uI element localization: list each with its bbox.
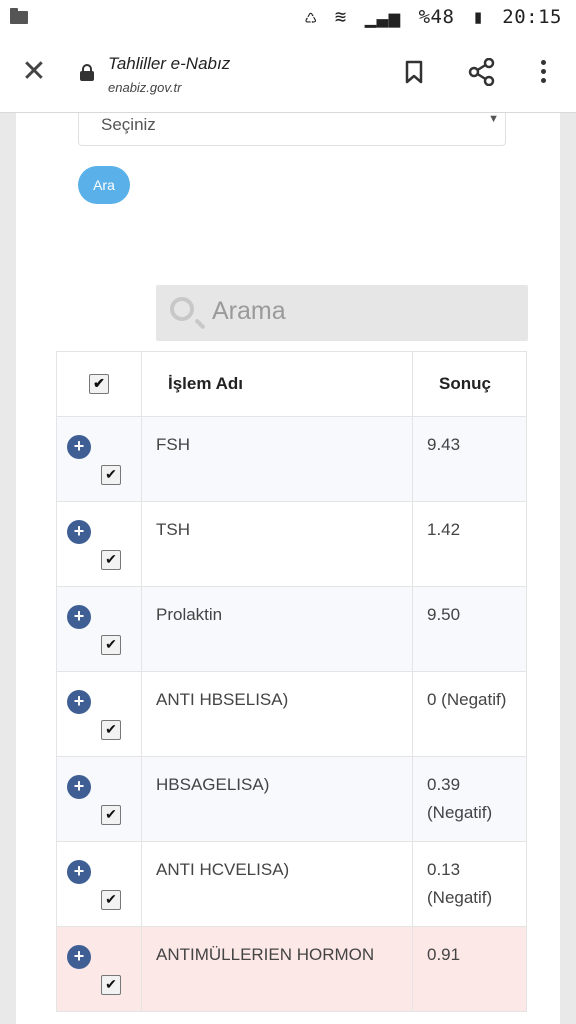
table-row: + ✔ Prolaktin 9.50 bbox=[56, 586, 527, 672]
search-placeholder: Arama bbox=[212, 297, 286, 325]
test-result: 0.39 (Negatif) bbox=[427, 775, 493, 822]
row-checkbox[interactable]: ✔ bbox=[101, 720, 121, 740]
caret-down-icon: ▼ bbox=[488, 113, 499, 125]
close-icon[interactable]: ✕ bbox=[20, 57, 48, 87]
filter-select[interactable]: Seçiniz ▼ bbox=[78, 113, 506, 146]
test-result: 0.13 (Negatif) bbox=[427, 860, 493, 907]
select-all-checkbox[interactable]: ✔ bbox=[89, 374, 109, 394]
wifi-icon: ≋ bbox=[334, 6, 347, 28]
table-row: + ✔ ANTI HCVELISA) 0.13 (Negatif) bbox=[56, 841, 527, 927]
expand-icon[interactable]: + bbox=[67, 690, 91, 714]
test-name: ANTI HCVELISA) bbox=[156, 860, 290, 879]
test-result: 0 (Negatif) bbox=[427, 690, 507, 709]
search-button[interactable]: Ara bbox=[78, 166, 130, 204]
expand-icon[interactable]: + bbox=[67, 945, 91, 969]
test-name: TSH bbox=[156, 520, 190, 539]
header-islem-adi[interactable]: İşlem Adı bbox=[141, 351, 413, 417]
browser-toolbar: ✕ Tahliller e-Nabız enabiz.gov.tr bbox=[0, 36, 576, 113]
test-result: 0.91 bbox=[427, 945, 461, 964]
status-bar: ♺ ≋ ▁▃▅ %48 ▮ 20:15 bbox=[0, 0, 576, 36]
clock: 20:15 bbox=[502, 6, 562, 28]
test-name: ANTIMÜLLERIEN HORMON bbox=[156, 945, 375, 964]
battery-icon: ▮ bbox=[472, 6, 485, 28]
share-icon[interactable] bbox=[468, 58, 496, 86]
search-icon bbox=[170, 297, 194, 321]
row-checkbox[interactable]: ✔ bbox=[101, 890, 121, 910]
recycle-icon: ♺ bbox=[305, 6, 317, 28]
expand-icon[interactable]: + bbox=[67, 605, 91, 629]
page-url: enabiz.gov.tr bbox=[108, 80, 182, 95]
header-sonuc[interactable]: Sonuç bbox=[412, 351, 527, 417]
test-name: Prolaktin bbox=[156, 605, 223, 624]
row-checkbox[interactable]: ✔ bbox=[101, 805, 121, 825]
folder-icon bbox=[10, 8, 28, 24]
expand-icon[interactable]: + bbox=[67, 860, 91, 884]
table-row-highlighted: + ✔ ANTIMÜLLERIEN HORMON 0.91 bbox=[56, 926, 527, 1012]
test-name: FSH bbox=[156, 435, 190, 454]
test-name: HBSAGELISA) bbox=[156, 775, 270, 794]
expand-icon[interactable]: + bbox=[67, 775, 91, 799]
battery-percent: %48 bbox=[418, 6, 455, 28]
content-panel: Seçiniz ▼ Ara Arama ✔ İşlem Adı Sonuç + ✔… bbox=[16, 113, 560, 1024]
results-table: ✔ İşlem Adı Sonuç + ✔ FSH 9.43 + ✔ TSH 1.4… bbox=[56, 351, 527, 1012]
table-header-row: ✔ İşlem Adı Sonuç bbox=[56, 351, 527, 417]
row-checkbox[interactable]: ✔ bbox=[101, 975, 121, 995]
search-input[interactable]: Arama bbox=[156, 285, 528, 341]
test-result: 1.42 bbox=[427, 520, 461, 539]
test-name: ANTI HBSELISA) bbox=[156, 690, 289, 709]
system-indicators: ♺ ≋ ▁▃▅ %48 ▮ 20:15 bbox=[299, 6, 562, 28]
signal-icon: ▁▃▅ bbox=[364, 6, 401, 28]
row-checkbox[interactable]: ✔ bbox=[101, 465, 121, 485]
test-result: 9.50 bbox=[427, 605, 461, 624]
table-row: + ✔ ANTI HBSELISA) 0 (Negatif) bbox=[56, 671, 527, 757]
more-options-icon[interactable] bbox=[538, 60, 548, 88]
select-value: Seçiniz bbox=[101, 115, 156, 134]
test-result: 9.43 bbox=[427, 435, 461, 454]
expand-icon[interactable]: + bbox=[67, 435, 91, 459]
expand-icon[interactable]: + bbox=[67, 520, 91, 544]
row-checkbox[interactable]: ✔ bbox=[101, 550, 121, 570]
page-title: Tahliller e-Nabız bbox=[108, 54, 231, 73]
lock-icon bbox=[80, 64, 94, 81]
row-checkbox[interactable]: ✔ bbox=[101, 635, 121, 655]
header-checkbox-cell: ✔ bbox=[56, 351, 142, 417]
table-row: + ✔ TSH 1.42 bbox=[56, 501, 527, 587]
bookmark-icon[interactable] bbox=[404, 60, 424, 84]
table-row: + ✔ HBSAGELISA) 0.39 (Negatif) bbox=[56, 756, 527, 842]
table-row: + ✔ FSH 9.43 bbox=[56, 416, 527, 502]
